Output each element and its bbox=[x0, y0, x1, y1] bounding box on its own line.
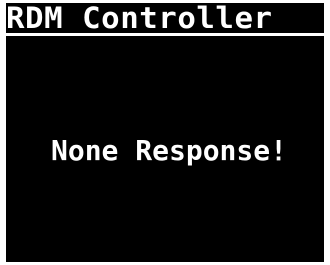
title-bar: RDM Controller bbox=[6, 3, 324, 36]
lcd-screen: RDM Controller None Response! bbox=[6, 3, 324, 262]
app-title: RDM Controller bbox=[6, 3, 273, 35]
status-message: None Response! bbox=[50, 134, 287, 167]
device-frame: RDM Controller None Response! bbox=[0, 0, 330, 265]
